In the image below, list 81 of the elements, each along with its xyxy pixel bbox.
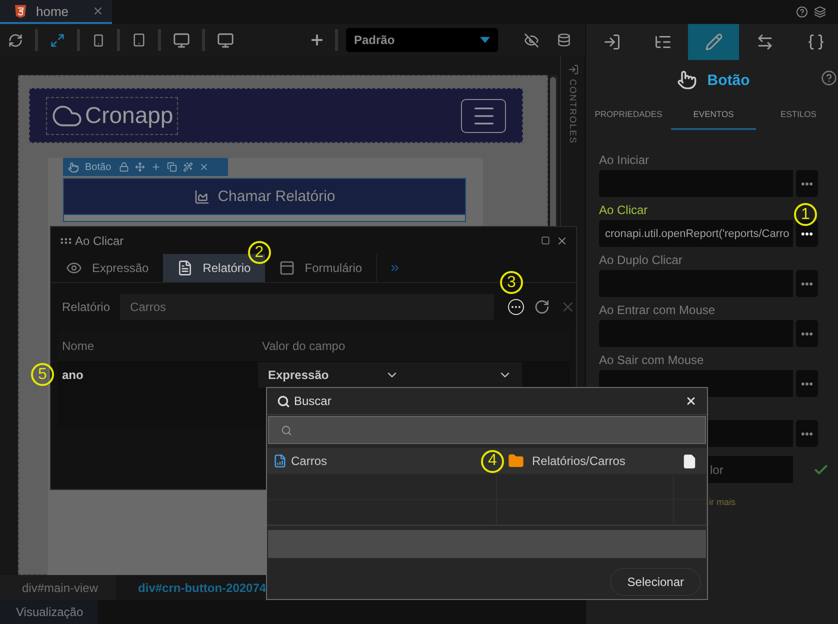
event-label: Ao Entrar com Mouse [599,302,716,319]
add-icon[interactable] [151,162,162,172]
column-header: Nome [61,338,96,355]
event-label: Ao Sair com Mouse [599,352,704,369]
report-icon [176,260,193,276]
inspector-tab[interactable]: ESTILOS [756,100,838,130]
controls-label[interactable]: CONTROLES [568,79,578,144]
close-icon[interactable] [685,395,697,407]
tree-icon [654,33,672,51]
window-icon [278,260,295,276]
maximize-icon[interactable] [541,236,550,245]
move-icon[interactable] [135,162,146,172]
pointer-icon [68,162,79,172]
value-type-select[interactable]: Expressão [258,362,522,388]
pointer-icon [677,70,698,90]
menu-button[interactable] [461,98,506,132]
eye-off-icon[interactable] [524,32,539,48]
report-name: Carros [291,454,328,468]
dialog-title: Buscar [294,394,332,408]
dialog-tab[interactable]: Expressão [52,254,163,282]
html5-icon [15,4,26,18]
sign-in-icon [602,33,620,51]
report-button[interactable]: Chamar Relatório [63,178,466,215]
eye-icon [66,260,82,276]
component-title: Botão [707,72,750,88]
callout-number: 4 [481,450,504,472]
add-icon[interactable] [309,32,325,48]
more-icon[interactable] [508,298,524,314]
theme-select[interactable]: Padrão [346,28,498,52]
help-icon[interactable] [821,70,837,86]
file-tab[interactable]: home [0,0,112,24]
search-icon [277,394,290,408]
area-chart-icon [194,188,210,204]
breadcrumb-item[interactable]: div#main-view [0,575,116,600]
callout-number: 1 [794,203,817,226]
braces-icon [806,33,824,51]
select-button[interactable]: Selecionar [610,568,701,596]
search-icon [281,424,292,436]
ellipsis-button[interactable] [796,220,818,247]
phone-icon[interactable] [92,34,105,46]
callout-number: 2 [248,241,271,264]
report-label: Relatório [62,300,110,314]
folder-icon [508,453,524,469]
preview-tab[interactable]: Visualização [0,600,98,624]
dialog-title: Ao Clicar [75,234,125,248]
tab-title: home [36,4,70,18]
monitor-icon[interactable] [173,32,190,48]
refresh-icon[interactable] [8,32,23,48]
copy-icon[interactable] [167,162,178,172]
laptop-icon[interactable] [217,32,234,48]
close-icon[interactable] [556,234,568,246]
panel-tab[interactable] [688,24,739,60]
wand-icon[interactable] [183,162,194,172]
component-label: Botão [85,162,112,172]
event-label: Ao Clicar [599,202,648,219]
search-field[interactable] [268,416,706,444]
param-name: ano [61,368,84,382]
event-field[interactable]: cronapi.util.openReport('reports/Carro [599,220,793,247]
help-icon[interactable] [796,6,808,18]
inspector-tab[interactable]: EVENTOS [671,100,756,130]
database-icon[interactable] [557,33,571,47]
event-label: Ao Iniciar [599,152,650,169]
expand-icon[interactable] [50,32,65,48]
reload-icon[interactable] [534,298,550,314]
sign-in-icon [568,64,578,75]
lock-icon[interactable] [119,162,130,172]
tablet-icon[interactable] [132,33,146,47]
result-row[interactable]: Carros 4 Relatórios/Carros [267,448,707,474]
resize-icon [756,33,774,51]
callout-number: 5 [31,363,54,386]
report-path: Relatórios/Carros [532,454,626,468]
file-icon[interactable] [682,454,697,468]
more-tabs-icon[interactable] [389,262,402,274]
report-file-icon [273,454,287,468]
logo-text: Cronapp [85,102,174,129]
report-field[interactable]: Carros [120,294,494,320]
inspector-tab[interactable]: PROPRIEDADES [586,100,671,130]
event-label: Ao Duplo Clicar [599,252,682,269]
callout-number: 3 [500,271,523,294]
column-header: Valor do campo [261,338,346,355]
pencil-icon [704,33,722,51]
